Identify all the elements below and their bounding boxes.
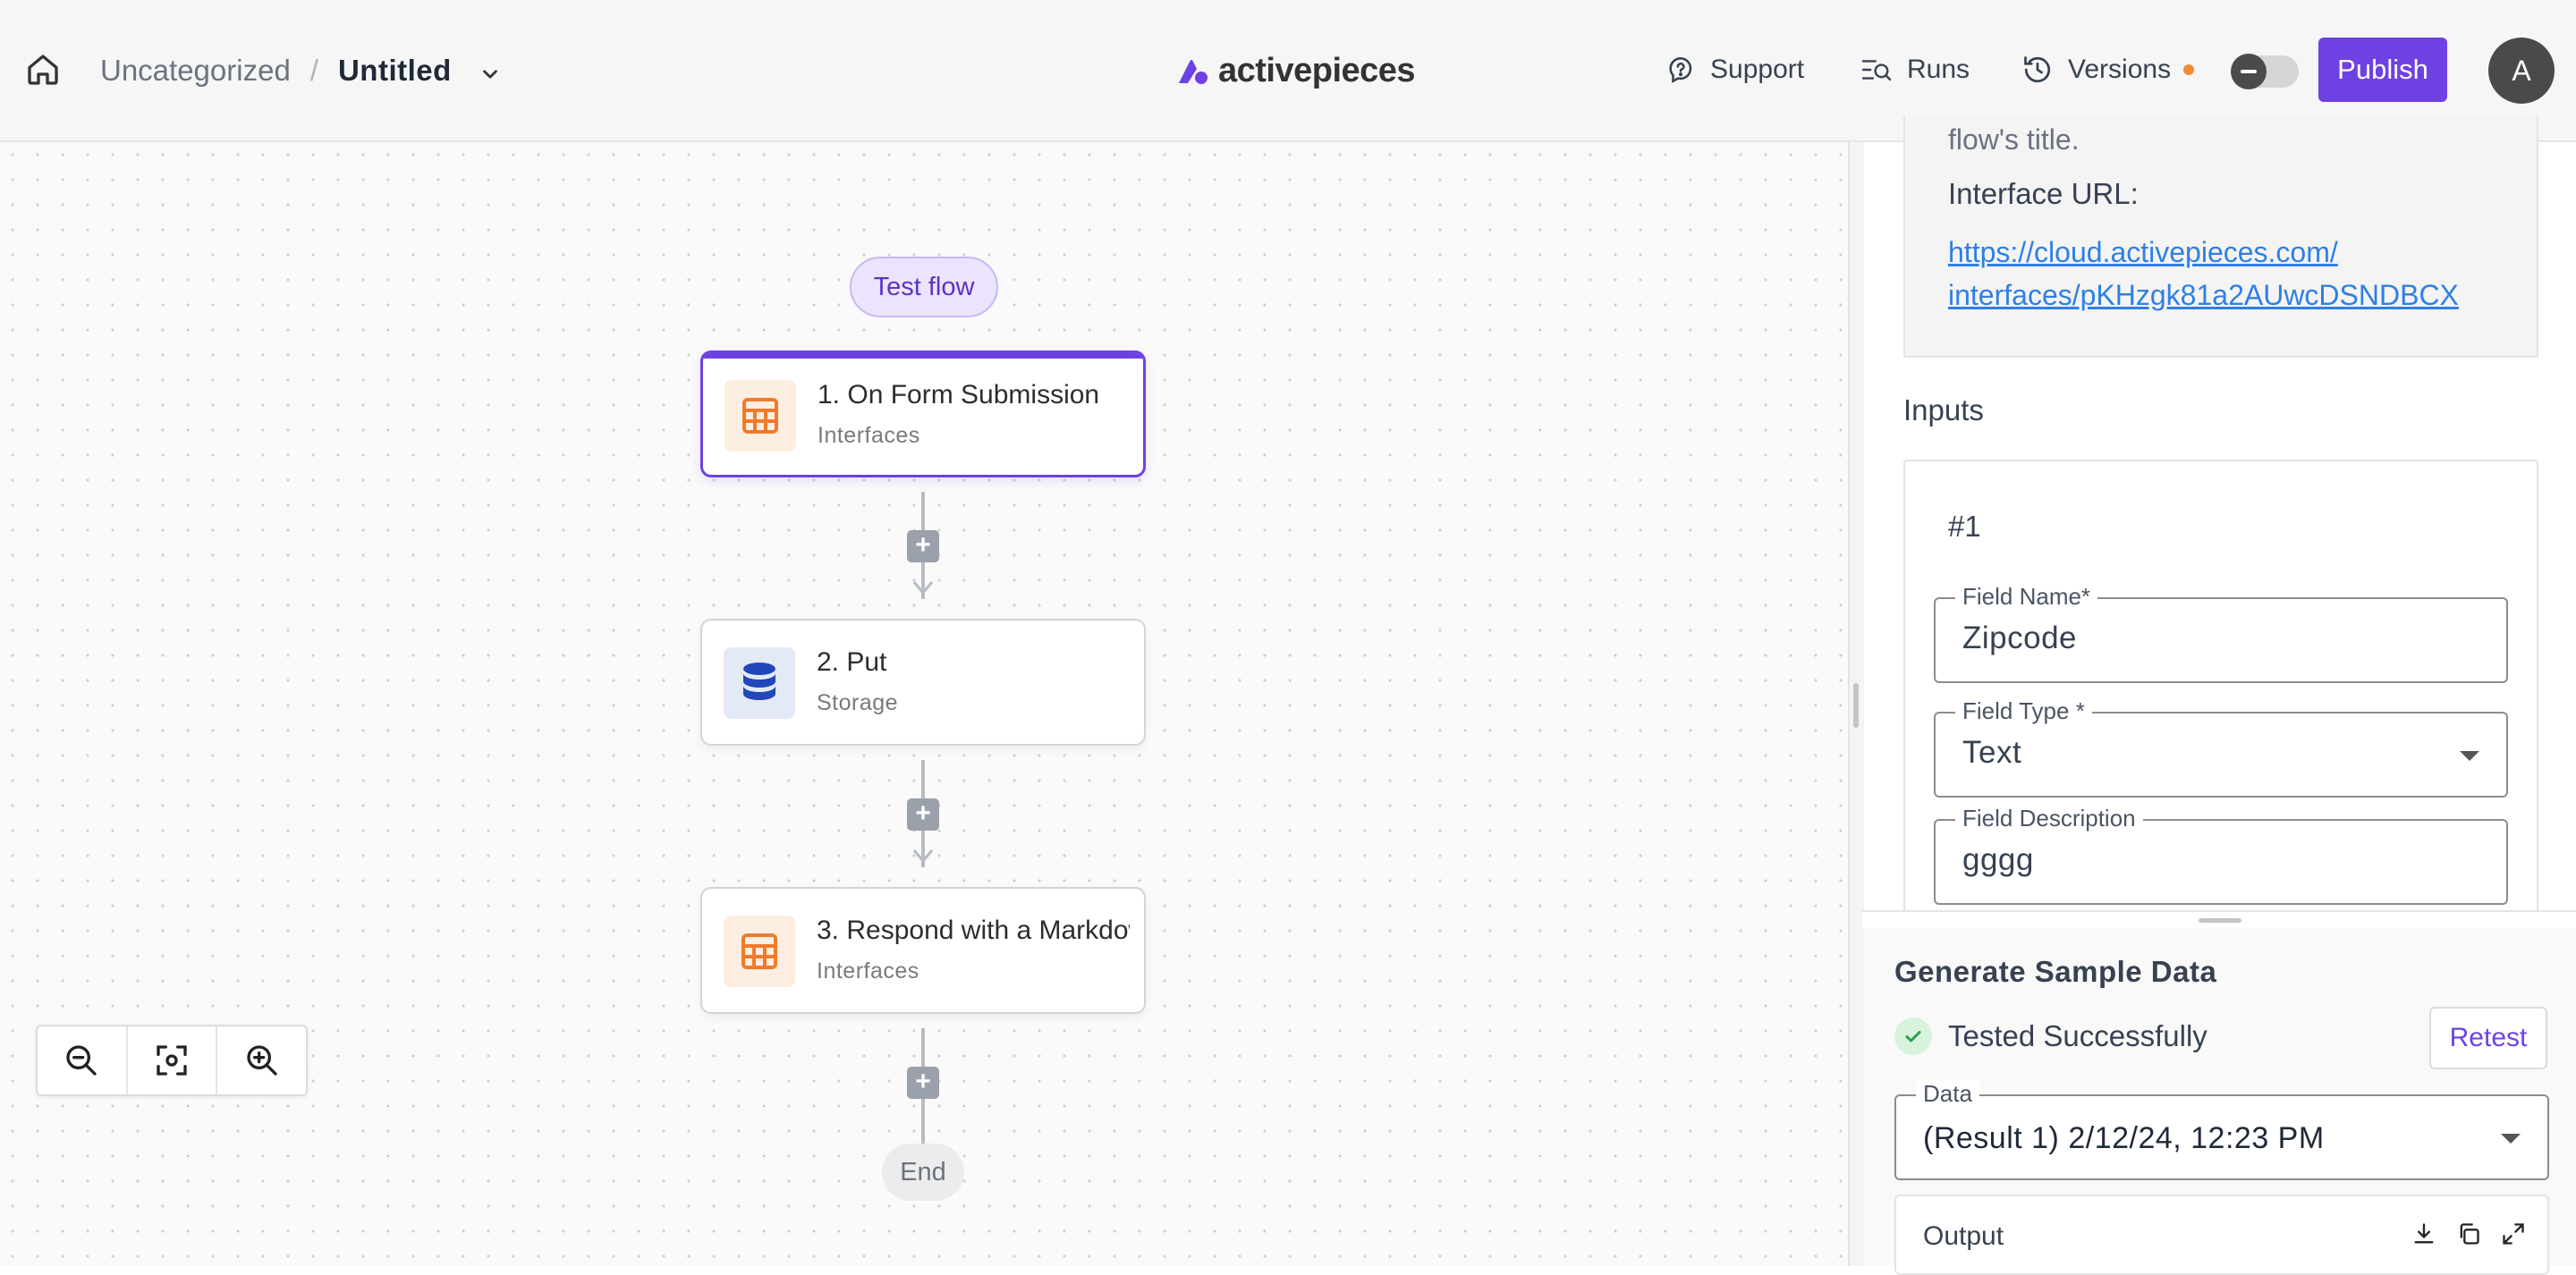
caret-down-icon [2501, 1134, 2521, 1144]
step-card-respond[interactable]: 3. Respond with a Markdown Interfaces [700, 887, 1146, 1014]
flow-name[interactable]: Untitled [338, 54, 452, 88]
unpublished-indicator [2183, 64, 2195, 75]
flow-builder: Uncategorized / Untitled activepieces Su… [0, 0, 2576, 1275]
interface-url-label: Interface URL: [1948, 177, 2139, 210]
help-icon [1669, 56, 1692, 83]
logo-mark-icon [1179, 59, 1208, 84]
add-step-button[interactable]: + [907, 798, 939, 831]
test-status-label: Tested Successfully [1948, 1019, 2207, 1052]
field-label: Field Name* [1955, 583, 2098, 611]
step-card-storage[interactable]: 2. Put Storage [700, 619, 1146, 746]
support-button[interactable]: Support [1665, 46, 1804, 93]
field-name-input[interactable]: Field Name* Zipcode [1934, 583, 2508, 683]
field-value: (Result 1) 2/12/24, 12:23 PM [1923, 1121, 2325, 1155]
download-icon[interactable] [2410, 1220, 2438, 1248]
logo-text: activepieces [1218, 52, 1416, 89]
runs-label: Runs [1907, 55, 1970, 84]
step-subtitle: Interfaces [817, 958, 919, 984]
interface-url-link[interactable]: https://cloud.activepieces.com/interface… [1948, 231, 2521, 317]
fit-view-icon[interactable] [128, 1026, 218, 1094]
versions-label: Versions [2068, 55, 2172, 84]
check-circle-icon [1894, 1017, 1932, 1055]
toggle-knob [2231, 54, 2267, 89]
runs-icon [1861, 60, 1892, 81]
field-label: Data [1916, 1080, 1979, 1108]
flow-canvas[interactable]: Test flow 1. On Form Submission Interfac… [0, 142, 1848, 1266]
field-description-input[interactable]: Field Description gggg [1934, 805, 2508, 905]
sample-data-select[interactable]: Data (Result 1) 2/12/24, 12:23 PM [1894, 1080, 2549, 1180]
field-label: Field Description [1955, 805, 2143, 832]
add-step-button[interactable]: + [907, 530, 939, 562]
home-icon[interactable] [25, 52, 61, 88]
field-value: Zipcode [1962, 621, 2078, 655]
step-subtitle: Storage [817, 690, 899, 715]
database-icon [724, 647, 795, 719]
versions-button[interactable]: Versions [2021, 46, 2195, 93]
end-node: End [882, 1144, 964, 1201]
runs-button[interactable]: Runs [1860, 46, 1970, 93]
output-label: Output [1923, 1221, 2004, 1251]
avatar[interactable]: A [2488, 38, 2555, 104]
inputs-heading: Inputs [1903, 393, 1984, 426]
input-index: #1 [1948, 510, 1981, 543]
field-type-select[interactable]: Field Type * Text [1934, 697, 2508, 798]
zoom-in-icon[interactable] [217, 1026, 306, 1094]
zoom-out-icon[interactable] [38, 1026, 128, 1094]
retest-button[interactable]: Retest [2429, 1007, 2547, 1069]
copy-icon[interactable] [2454, 1220, 2483, 1248]
flow-enable-toggle[interactable] [2231, 54, 2299, 89]
chevron-down-icon[interactable] [479, 59, 502, 82]
info-text: flow's title. [1948, 123, 2080, 156]
history-icon [2024, 56, 2051, 83]
zoom-controls [36, 1025, 308, 1096]
split-grip[interactable] [2199, 918, 2241, 923]
sample-data-title: Generate Sample Data [1894, 955, 2217, 988]
table-icon [724, 380, 796, 452]
step-card-trigger[interactable]: 1. On Form Submission Interfaces [700, 350, 1146, 477]
field-label: Field Type * [1955, 697, 2092, 725]
panel-resize-grip[interactable] [1853, 683, 1859, 728]
test-flow-button[interactable]: Test flow [850, 257, 998, 317]
expand-icon[interactable] [2499, 1220, 2528, 1248]
field-value: gggg [1962, 842, 2034, 877]
table-icon [724, 916, 795, 987]
step-title: 3. Respond with a Markdown [817, 916, 1130, 945]
breadcrumb-separator: / [309, 54, 318, 87]
step-title: 1. On Form Submission [818, 380, 1100, 410]
arrow-down-icon [912, 849, 934, 864]
support-label: Support [1710, 55, 1805, 84]
test-status: Tested Successfully [1894, 1017, 2207, 1055]
output-panel: Output [1894, 1195, 2549, 1275]
step-subtitle: Interfaces [818, 423, 920, 448]
add-step-button[interactable]: + [907, 1067, 939, 1099]
activepieces-logo: activepieces [1177, 52, 1416, 90]
step-title: 2. Put [817, 647, 887, 677]
publish-button[interactable]: Publish [2318, 38, 2447, 102]
breadcrumb: Uncategorized / Untitled [100, 50, 502, 91]
caret-down-icon [2460, 751, 2479, 761]
field-value: Text [1962, 735, 2022, 770]
arrow-down-icon [912, 581, 934, 595]
output-actions [2410, 1220, 2528, 1248]
breadcrumb-folder[interactable]: Uncategorized [100, 54, 291, 88]
